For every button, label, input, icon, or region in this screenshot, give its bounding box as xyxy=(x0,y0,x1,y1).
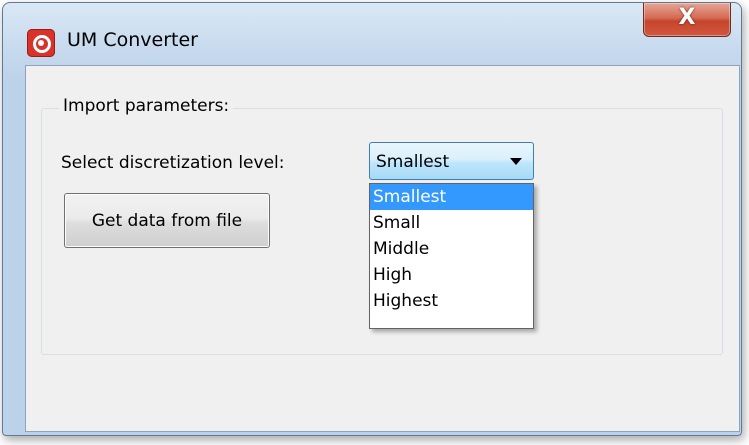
dropdown-option-middle[interactable]: Middle xyxy=(370,236,533,262)
window-title: UM Converter xyxy=(67,29,198,51)
chevron-down-icon[interactable] xyxy=(510,158,522,165)
discretization-dropdown-list[interactable]: Smallest Small Middle High Highest xyxy=(369,183,534,329)
group-title: Import parameters: xyxy=(59,96,234,116)
discretization-combobox[interactable]: Smallest xyxy=(369,142,534,180)
combobox-value: Smallest xyxy=(376,152,450,172)
close-button[interactable]: X xyxy=(643,3,731,37)
client-area: Import parameters: Select discretization… xyxy=(25,65,740,432)
app-icon[interactable] xyxy=(27,29,55,57)
main-window: UM Converter X Import parameters: Select… xyxy=(2,2,742,436)
app-icon-dot xyxy=(38,40,44,46)
discretization-label: Select discretization level: xyxy=(61,153,285,173)
dropdown-option-smallest[interactable]: Smallest xyxy=(370,184,533,210)
dropdown-option-highest[interactable]: Highest xyxy=(370,288,533,314)
title-bar[interactable]: UM Converter X xyxy=(3,3,741,67)
get-data-button[interactable]: Get data from file xyxy=(64,193,270,248)
dropdown-option-small[interactable]: Small xyxy=(370,210,533,236)
dropdown-option-high[interactable]: High xyxy=(370,262,533,288)
close-icon: X xyxy=(678,5,696,30)
